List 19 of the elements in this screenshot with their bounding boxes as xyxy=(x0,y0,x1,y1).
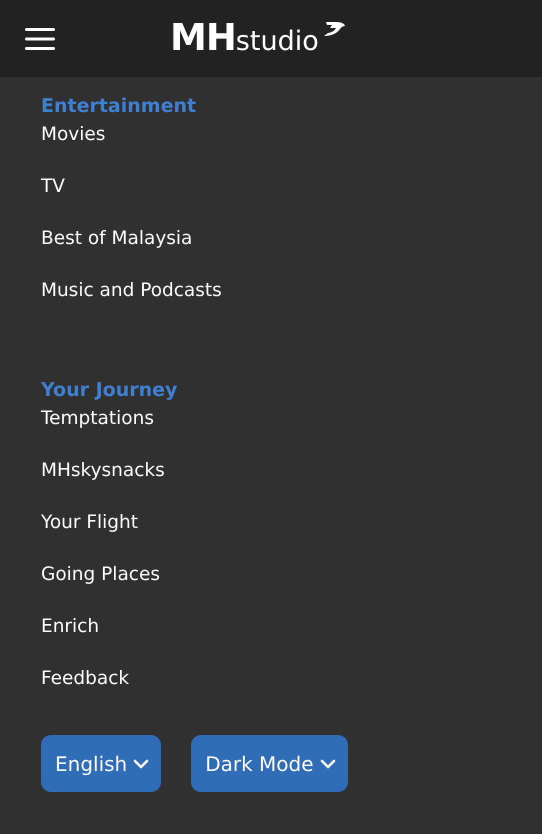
dropdown-button[interactable]: English xyxy=(41,735,162,792)
logo-text: MHstudio xyxy=(170,18,319,61)
menu-link[interactable]: Going Places xyxy=(41,563,501,587)
menu-link[interactable]: Temptations xyxy=(41,407,501,431)
menu-link[interactable]: Feedback xyxy=(41,667,501,691)
section-heading: Entertainment xyxy=(41,94,198,119)
menu-icon[interactable] xyxy=(25,26,55,50)
caret-icon xyxy=(133,758,150,768)
bird-logo-icon xyxy=(322,20,346,38)
menu-link[interactable]: Best of Malaysia xyxy=(41,227,501,251)
dropdown-button[interactable]: Dark Mode xyxy=(191,735,348,792)
menu-link[interactable]: Enrich xyxy=(41,615,501,639)
menu-link[interactable]: TV xyxy=(41,175,501,199)
menu-link[interactable]: Music and Podcasts xyxy=(41,279,501,303)
section-heading: Your Journey xyxy=(41,378,178,403)
menu-link[interactable]: Your Flight xyxy=(41,511,501,535)
menu-link[interactable]: MHskysnacks xyxy=(41,459,501,483)
caret-icon xyxy=(320,758,336,768)
menu-link[interactable]: Movies xyxy=(41,123,501,147)
